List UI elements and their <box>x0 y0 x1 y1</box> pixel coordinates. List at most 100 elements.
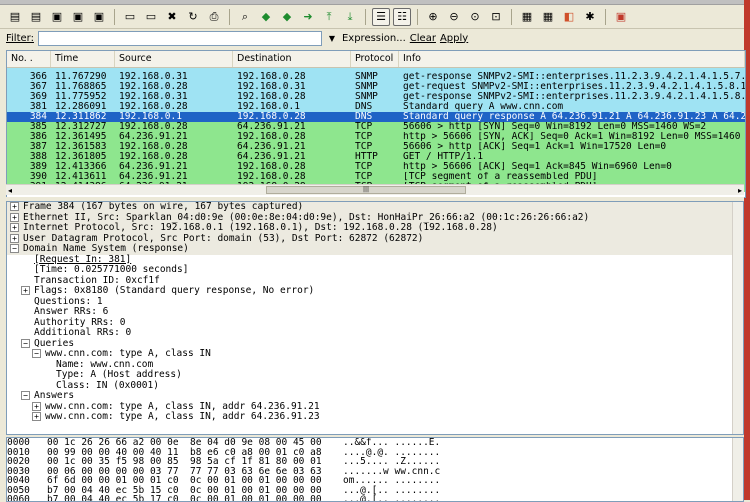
packet-row[interactable]: 385 12.312727 192.168.0.28 64.236.91.21 TCP 5… <box>7 122 745 132</box>
detail-tree-item[interactable]: + www.cnn.com: type A, class IN, addr 64.… <box>7 411 743 423</box>
packet-time-cell: 12.311862 <box>55 112 107 122</box>
detail-tree-label: Internet Protocol, Src: 192.168.0.1 (192… <box>23 222 498 233</box>
scrollbar-thumb[interactable]: ||| <box>266 186 466 194</box>
start-capture-icon[interactable]: ▣ <box>48 8 66 26</box>
packet-bytes-pane[interactable]: 0000 00 1c 26 26 66 a2 00 0e 8e 04 d0 9e … <box>6 437 744 502</box>
packet-source-cell: 192.168.0.31 <box>119 72 188 82</box>
packet-row[interactable]: 389 12.413366 64.236.91.21 192.168.0.28 TCP h… <box>7 162 745 172</box>
packet-source-cell: 192.168.0.28 <box>119 102 188 112</box>
colorize-icon[interactable]: ☰ <box>372 7 390 26</box>
zoom-in-icon[interactable]: ⊕ <box>424 8 442 26</box>
collapse-icon[interactable]: − <box>32 349 41 358</box>
go-to-packet-icon[interactable]: ➜ <box>299 8 317 26</box>
packet-row[interactable]: 366 11.767290 192.168.0.31 192.168.0.28 SNMP… <box>7 72 745 82</box>
zoom-normal-icon[interactable]: ⊙ <box>466 8 484 26</box>
detail-tree-label: Authority RRs: 0 <box>34 316 126 328</box>
hex-row[interactable]: 0060 b7 00 04 40 ec 5b 17 c0 0c 00 01 00 … <box>7 495 743 501</box>
details-vscrollbar[interactable] <box>732 202 743 434</box>
packet-row[interactable]: 390 12.413611 64.236.91.21 192.168.0.28 TCP [… <box>7 172 745 182</box>
detail-tree-item[interactable]: Additional RRs: 0 <box>7 327 743 339</box>
request-in-link[interactable]: [Request In: 381] <box>34 254 131 265</box>
detail-tree-label: Questions: 1 <box>34 295 103 307</box>
packet-protocol-cell: SNMP <box>355 92 378 102</box>
scroll-right-icon[interactable]: ▸ <box>738 186 742 195</box>
detail-tree-label: Transaction ID: 0xcf1f <box>34 274 160 286</box>
packet-row[interactable]: 384 12.311862 192.168.0.1 192.168.0.28 DNS St… <box>7 112 745 122</box>
collapse-icon[interactable]: − <box>21 391 30 400</box>
expand-icon[interactable]: + <box>10 223 19 232</box>
detail-tree-label: www.cnn.com: type A, class IN, addr 64.2… <box>45 411 320 422</box>
apply-button[interactable]: Apply <box>440 33 468 44</box>
packet-no-cell: 387 <box>29 142 47 152</box>
reload-file-icon[interactable]: ↻ <box>184 8 202 26</box>
packet-info-cell: Standard query response A 64.236.91.21 A… <box>403 112 745 122</box>
save-file-icon[interactable]: ▭ <box>142 8 160 26</box>
packet-destination-cell: 192.168.0.31 <box>237 82 306 92</box>
packet-time-cell: 11.768865 <box>55 82 107 92</box>
clear-button[interactable]: Clear <box>410 33 436 44</box>
stop-capture-icon[interactable]: ▣ <box>69 8 87 26</box>
restart-capture-icon[interactable]: ▣ <box>90 8 108 26</box>
packet-source-cell: 192.168.0.28 <box>119 82 188 92</box>
packet-protocol-cell: TCP <box>355 172 373 182</box>
expand-icon[interactable]: + <box>10 202 19 211</box>
column-header-info[interactable]: Info <box>399 51 745 67</box>
detail-tree-item[interactable]: + Flags: 0x8180 (Standard query response,… <box>7 285 743 297</box>
expand-icon[interactable]: + <box>32 412 41 421</box>
preferences-icon[interactable]: ✱ <box>581 8 599 26</box>
packet-time-cell: 11.767290 <box>55 72 107 82</box>
packet-row[interactable]: 367 11.768865 192.168.0.28 192.168.0.31 SNMP… <box>7 82 745 92</box>
expand-icon[interactable]: + <box>21 286 30 295</box>
packet-details-pane[interactable]: + Frame 384 (167 bytes on wire, 167 bytes… <box>6 201 744 435</box>
expand-icon[interactable]: + <box>10 233 19 243</box>
packet-row[interactable]: 381 12.286091 192.168.0.28 192.168.0.1 DNS St… <box>7 102 745 112</box>
column-header-source[interactable]: Source <box>115 51 233 67</box>
capture-filters-icon[interactable]: ▦ <box>518 8 536 26</box>
packet-destination-cell: 192.168.0.1 <box>237 102 300 112</box>
scroll-left-icon[interactable]: ◂ <box>8 186 12 195</box>
expand-icon[interactable]: + <box>32 401 41 411</box>
resize-columns-icon[interactable]: ⊡ <box>487 8 505 26</box>
go-forward-icon[interactable]: ◆ <box>278 8 296 26</box>
expand-icon[interactable]: + <box>10 212 19 222</box>
bytes-vscrollbar[interactable] <box>732 438 743 501</box>
packet-list-hscrollbar[interactable]: ◂ ||| ▸ <box>6 184 744 195</box>
display-filters-icon[interactable]: ▦ <box>539 8 557 26</box>
filter-dropdown-icon[interactable]: ▼ <box>326 32 338 45</box>
open-file-icon[interactable]: ▭ <box>121 8 139 26</box>
detail-tree-label: Additional RRs: 0 <box>34 327 132 338</box>
detail-tree-item[interactable]: Questions: 1 <box>7 295 743 308</box>
filter-input[interactable] <box>37 30 322 46</box>
collapse-icon[interactable]: − <box>21 338 30 348</box>
toolbar-separator <box>511 8 512 25</box>
interface-list-icon[interactable]: ▤ <box>6 8 24 26</box>
column-header-no[interactable]: No. . <box>7 51 51 67</box>
collapse-icon[interactable]: − <box>10 244 19 253</box>
column-header-destination[interactable]: Destination <box>233 51 351 67</box>
close-file-icon[interactable]: ✖ <box>163 8 181 26</box>
go-last-icon[interactable]: ⤓ <box>341 8 359 26</box>
help-icon[interactable]: ▣ <box>612 8 630 26</box>
detail-tree-item[interactable]: Class: IN (0x0001) <box>7 380 743 392</box>
packet-source-cell: 192.168.0.1 <box>119 112 182 122</box>
packet-info-cell: get-response SNMPv2-SMI::enterprises.11.… <box>403 72 745 82</box>
packet-row[interactable]: 369 11.775952 192.168.0.31 192.168.0.28 SNMP… <box>7 92 745 102</box>
go-first-icon[interactable]: ⤒ <box>320 8 338 26</box>
autoscroll-icon[interactable]: ☷ <box>393 7 411 26</box>
go-back-icon[interactable]: ◆ <box>257 8 275 26</box>
main-toolbar: ▤ ▤ ▣ ▣ ▣ ▭ ▭ ✖ ↻ ⎙ ⌕ ◆ ◆ ➜ ⤒ ⤓ ☰ ☷ ⊕ ⊖ … <box>0 5 744 29</box>
coloring-rules-icon[interactable]: ◧ <box>560 8 578 26</box>
packet-protocol-cell: SNMP <box>355 72 378 82</box>
packet-row[interactable]: 386 12.361495 64.236.91.21 192.168.0.28 TCP h… <box>7 132 745 142</box>
column-header-time[interactable]: Time <box>51 51 115 67</box>
capture-options-icon[interactable]: ▤ <box>27 8 45 26</box>
zoom-out-icon[interactable]: ⊖ <box>445 8 463 26</box>
expression-button[interactable]: Expression... <box>342 33 406 44</box>
packet-source-cell: 192.168.0.28 <box>119 122 188 132</box>
column-header-protocol[interactable]: Protocol <box>351 51 399 67</box>
packet-row[interactable]: 387 12.361583 192.168.0.28 64.236.91.21 TCP 5… <box>7 142 745 152</box>
find-packet-icon[interactable]: ⌕ <box>236 8 254 26</box>
packet-list-pane[interactable]: No. . Time Source Destination Protocol I… <box>6 50 746 198</box>
packet-row[interactable]: 388 12.361805 192.168.0.28 64.236.91.21 HTTP… <box>7 152 745 162</box>
print-icon[interactable]: ⎙ <box>205 8 223 26</box>
